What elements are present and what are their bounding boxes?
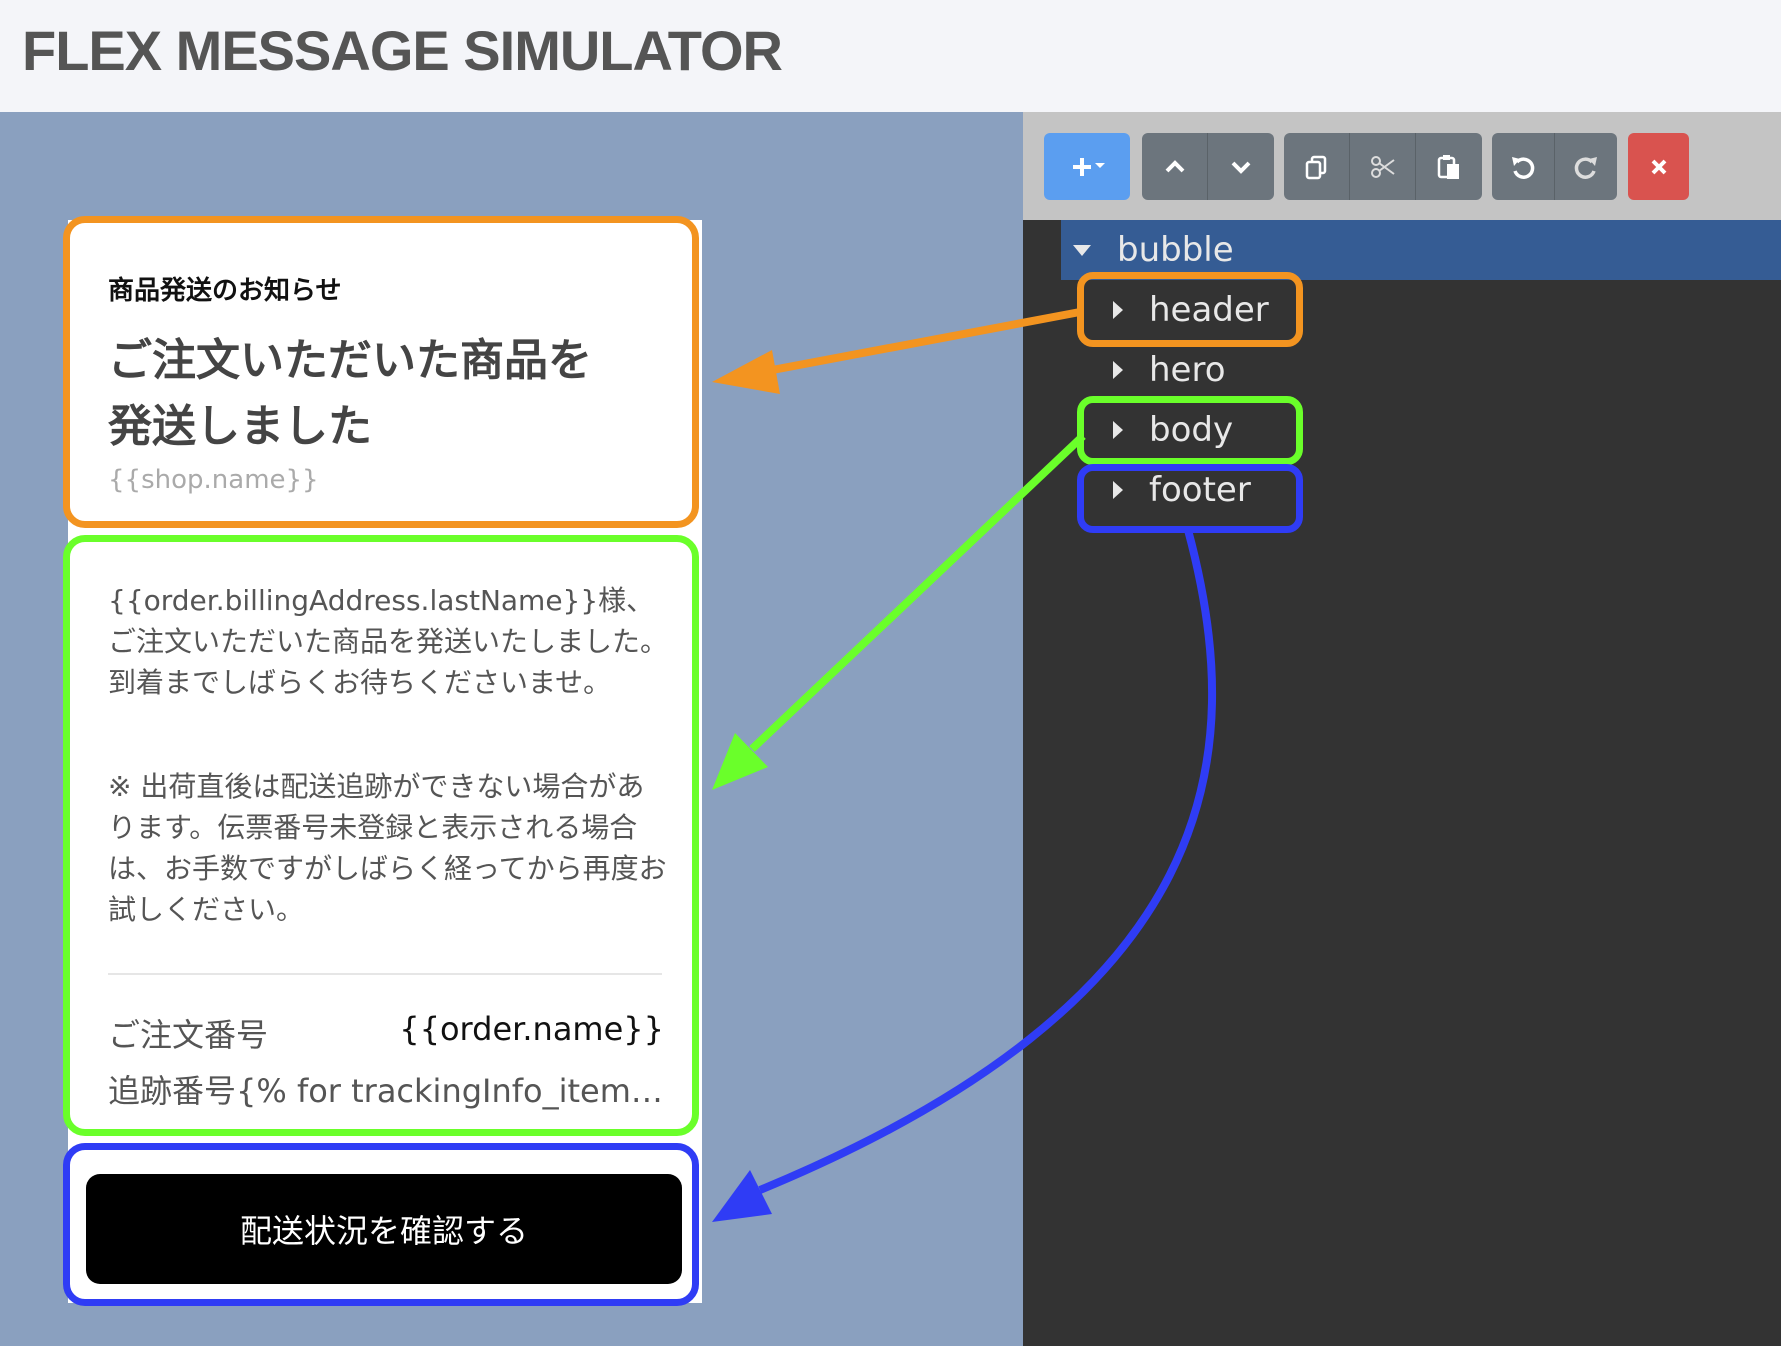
tree-node-label: header: [1149, 290, 1269, 330]
undo-icon: [1512, 156, 1535, 179]
move-up-button[interactable]: [1142, 133, 1208, 200]
paste-button[interactable]: [1416, 133, 1482, 200]
body-divider: [108, 973, 662, 975]
editor-toolbar: [1023, 112, 1781, 220]
chevron-up-icon: [1165, 159, 1184, 172]
tree-node-label: bubble: [1117, 230, 1234, 270]
copy-button[interactable]: [1284, 133, 1350, 200]
app-title: FLEX MESSAGE SIMULATOR: [22, 19, 783, 82]
cut-button[interactable]: [1350, 133, 1416, 200]
tree-node-body[interactable]: body: [1113, 400, 1233, 460]
order-number-label: ご注文番号: [108, 1016, 269, 1054]
tracking-number-text: 追跡番号{% for trackingInfo_item i...: [108, 1072, 664, 1110]
caret-right-icon[interactable]: [1113, 481, 1123, 499]
tree-node-label: hero: [1149, 350, 1226, 390]
redo-button[interactable]: [1555, 133, 1617, 200]
scissors-icon: [1370, 155, 1395, 178]
tree-node-header[interactable]: header: [1113, 280, 1269, 340]
caret-down-icon[interactable]: [1073, 244, 1091, 256]
tree-node-hero[interactable]: hero: [1113, 340, 1226, 400]
chevron-down-icon: [1231, 161, 1251, 174]
body-notice-text: ※ 出荷直後は配送追跡ができない場合があります。伝票番号未登録と表示される場合は…: [108, 770, 667, 926]
undo-button[interactable]: [1492, 133, 1555, 200]
tree-node-label: footer: [1149, 470, 1251, 510]
caret-right-icon[interactable]: [1113, 421, 1123, 439]
order-number-value: {{order.name}}: [399, 1010, 664, 1048]
add-button[interactable]: [1044, 133, 1130, 200]
tree-node-label: body: [1149, 410, 1234, 450]
delete-button[interactable]: [1628, 133, 1689, 200]
check-delivery-status-label: 配送状況を確認する: [239, 1212, 528, 1250]
caret-right-icon[interactable]: [1113, 301, 1123, 319]
paste-icon: [1437, 154, 1459, 179]
editor-pane: bubble header hero body footer: [1023, 112, 1781, 1346]
close-icon: [1651, 159, 1666, 174]
caret-right-icon[interactable]: [1113, 361, 1123, 379]
header-shop-name: {{shop.name}}: [108, 465, 319, 495]
move-down-button[interactable]: [1208, 133, 1274, 200]
flex-bubble-preview: 商品発送のお知らせ ご注文いただいた商品を発送しました {{shop.name}…: [68, 220, 702, 1303]
body-message-text: {{order.billingAddress.lastName}}様、ご注文いた…: [108, 584, 669, 699]
app-header: FLEX MESSAGE SIMULATOR: [0, 0, 1781, 112]
tree-node-footer[interactable]: footer: [1113, 460, 1251, 520]
redo-icon: [1574, 156, 1597, 179]
copy-icon: [1305, 155, 1326, 179]
tree-node-bubble[interactable]: bubble: [1061, 220, 1781, 280]
check-delivery-status-button[interactable]: 配送状況を確認する: [86, 1174, 682, 1284]
header-title: ご注文いただいた商品を発送しました: [108, 335, 592, 452]
plus-caret-icon: [1073, 157, 1105, 176]
header-subtitle: 商品発送のお知らせ: [108, 276, 342, 306]
